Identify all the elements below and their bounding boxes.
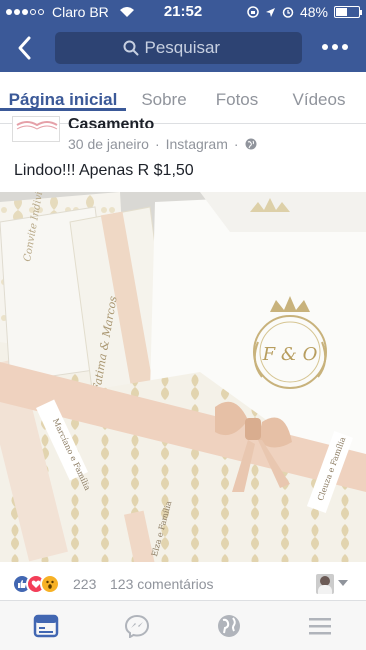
- nav-bar: [0, 24, 366, 72]
- tab-photos-label: Fotos: [215, 90, 259, 109]
- page-name[interactable]: Casamento: [68, 116, 154, 128]
- globe-icon[interactable]: [216, 614, 242, 638]
- meta-separator: ·: [233, 136, 239, 152]
- rotation-lock-icon: [247, 6, 259, 18]
- menu-icon[interactable]: [307, 614, 333, 638]
- tab-photos[interactable]: Fotos: [202, 72, 272, 110]
- battery-percent: 48%: [299, 4, 328, 20]
- comment-count[interactable]: 123 comentários: [110, 576, 214, 592]
- location-icon: [265, 7, 275, 17]
- tab-about[interactable]: Sobre: [126, 72, 202, 110]
- tab-videos[interactable]: Vídeos: [272, 72, 366, 110]
- status-right: 48%: [247, 4, 362, 20]
- reactions-bar: 223 123 comentários: [0, 568, 366, 600]
- post-header: Casamento 30 de janeiro · Instagram ·: [0, 116, 366, 156]
- tab-home[interactable]: Página inicial: [0, 72, 126, 111]
- post-photo[interactable]: Convite Individual Fatima & Marcos F & O: [0, 192, 366, 562]
- feed-icon[interactable]: [33, 614, 59, 638]
- post-date[interactable]: 30 de janeiro: [68, 136, 149, 152]
- search-input[interactable]: [144, 38, 235, 58]
- tab-home-label: Página inicial: [8, 90, 118, 109]
- post-source: Instagram: [165, 136, 228, 152]
- tab-videos-label: Vídeos: [292, 90, 346, 109]
- more-dot: [332, 44, 338, 50]
- more-dot: [342, 44, 348, 50]
- messenger-icon[interactable]: [124, 614, 150, 638]
- viewer-avatar[interactable]: [316, 574, 334, 594]
- post-text: Lindoo!!! Apenas R $1,50: [14, 162, 194, 179]
- chevron-down-icon[interactable]: [338, 580, 348, 586]
- status-bar: Claro BR 21:52 48%: [0, 0, 366, 24]
- reaction-icons[interactable]: [12, 574, 60, 594]
- wow-reaction-icon: [40, 574, 60, 594]
- monogram-text: F & O: [262, 344, 318, 365]
- alarm-icon: [282, 7, 294, 18]
- public-globe-icon: [245, 138, 257, 150]
- reaction-count[interactable]: 223: [73, 576, 96, 592]
- search-icon: [123, 40, 138, 56]
- back-arrow-icon[interactable]: [14, 34, 36, 62]
- tab-about-label: Sobre: [141, 90, 187, 109]
- more-dot: [322, 44, 328, 50]
- battery-icon: [334, 6, 362, 18]
- meta-separator: ·: [154, 136, 160, 152]
- search-bar[interactable]: [55, 32, 302, 64]
- more-options-button[interactable]: [322, 44, 348, 50]
- page-avatar[interactable]: [12, 116, 60, 142]
- bottom-tab-bar: [0, 600, 366, 650]
- invitation-photo: Convite Individual Fatima & Marcos F & O: [0, 192, 366, 562]
- post-meta: 30 de janeiro · Instagram ·: [68, 136, 257, 152]
- active-tab-indicator: [0, 108, 126, 111]
